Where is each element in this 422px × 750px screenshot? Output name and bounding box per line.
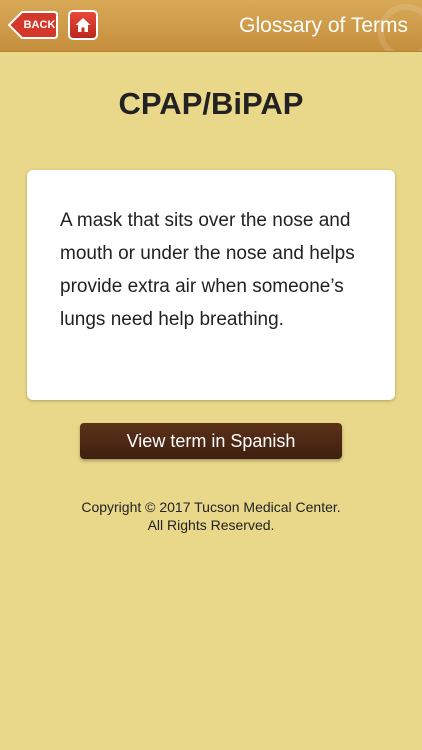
view-spanish-button[interactable]: View term in Spanish bbox=[80, 423, 342, 459]
back-button[interactable]: BACK bbox=[8, 11, 58, 39]
home-button[interactable] bbox=[68, 10, 98, 40]
copyright-line-2: All Rights Reserved. bbox=[147, 517, 275, 533]
copyright-line-1: Copyright © 2017 Tucson Medical Center. bbox=[81, 499, 341, 515]
definition-text: A mask that sits over the nose and mouth… bbox=[60, 210, 355, 330]
copyright-notice: Copyright © 2017 Tucson Medical Center. … bbox=[0, 498, 422, 534]
header-title: Glossary of Terms bbox=[239, 14, 408, 37]
term-title: CPAP/BiPAP bbox=[118, 86, 304, 121]
definition-card: A mask that sits over the nose and mouth… bbox=[27, 170, 395, 400]
header-bar: BACK Glossary of Terms bbox=[0, 0, 422, 52]
home-icon bbox=[75, 18, 91, 32]
back-label: BACK bbox=[23, 19, 56, 31]
